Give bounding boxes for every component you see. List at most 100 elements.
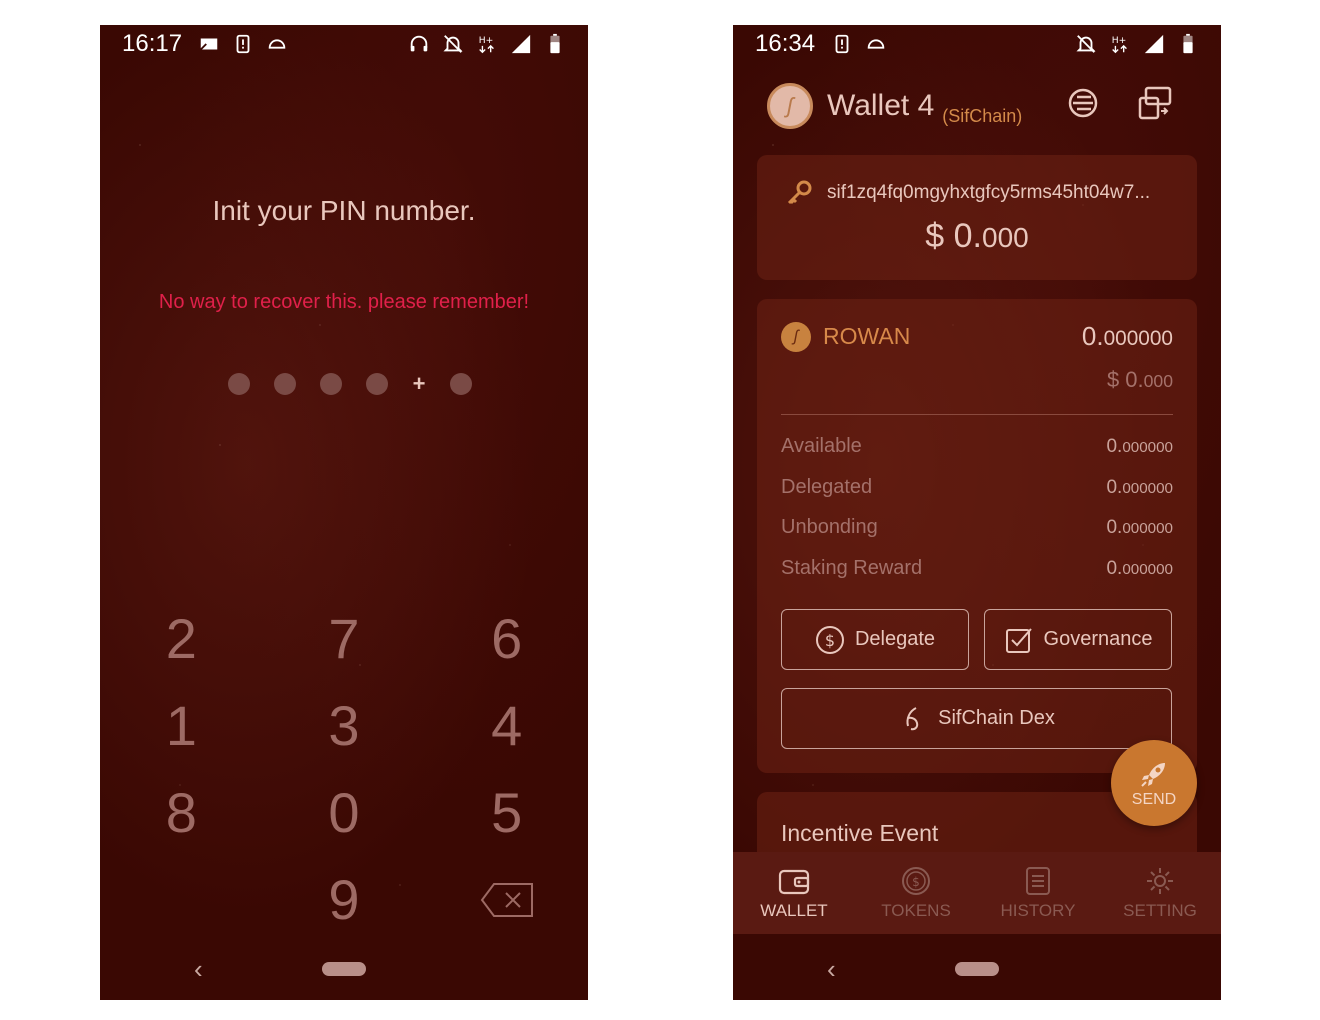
- svg-text:$: $: [825, 631, 835, 650]
- key-icon: [787, 180, 812, 205]
- cloud-icon: [867, 39, 885, 49]
- send-button[interactable]: SEND: [1111, 740, 1197, 826]
- status-bar: 16:34 H+: [733, 25, 1221, 63]
- governance-button[interactable]: Governance: [984, 609, 1172, 670]
- key-empty: [100, 856, 263, 943]
- sim-alert-icon: [835, 34, 849, 54]
- battery-icon: [1183, 33, 1193, 54]
- balance-row-staking-reward: Staking Reward 0.000000: [781, 557, 1173, 580]
- pin-title: Init your PIN number.: [212, 195, 476, 226]
- mute-bell-icon: [1076, 35, 1096, 53]
- key-0[interactable]: 0: [263, 769, 426, 856]
- row-label: Staking Reward: [781, 557, 923, 579]
- row-value-decimals: 000000: [1122, 438, 1173, 456]
- pin-dot: [274, 373, 296, 395]
- pin-dot: [320, 373, 342, 395]
- explorer-icon[interactable]: [1065, 85, 1101, 121]
- checkbox-icon: [1005, 627, 1032, 653]
- address-card[interactable]: sif1zq4fq0mgyhxtgfcy5rms45ht04w7... $ 0.…: [757, 155, 1197, 280]
- delegate-label: Delegate: [854, 628, 936, 650]
- pin-screen: 16:17 H+ Init your PIN number. No way to…: [100, 25, 588, 1000]
- document-icon: [1026, 867, 1050, 895]
- row-value-main: 0.: [1106, 476, 1123, 498]
- fiat-decimals: 000: [1143, 371, 1173, 391]
- wallet-total-value: $ 0.000: [757, 217, 1197, 256]
- key-3[interactable]: 3: [263, 682, 426, 769]
- headphones-icon: [410, 35, 428, 52]
- row-value-decimals: 000000: [1122, 519, 1173, 537]
- key-2[interactable]: 2: [100, 595, 263, 682]
- sifchain-icon: [906, 706, 919, 730]
- fiat-main: $ 0.: [1106, 367, 1144, 392]
- row-value-decimals: 000000: [1122, 560, 1173, 578]
- tab-history[interactable]: HISTORY: [977, 852, 1099, 934]
- value-decimals: 000: [982, 222, 1029, 253]
- row-value-main: 0.: [1106, 516, 1123, 538]
- gear-icon: [1147, 868, 1173, 894]
- tab-label: SETTING: [1123, 901, 1197, 920]
- key-9[interactable]: 9: [263, 856, 426, 943]
- rocket-icon: [1141, 763, 1165, 787]
- token-fiat-value: $ 0.000: [1107, 367, 1173, 393]
- rowan-token-icon: ʃ: [781, 321, 811, 352]
- key-8[interactable]: 8: [100, 769, 263, 856]
- nav-back-button[interactable]: ‹: [194, 954, 203, 985]
- row-label: Available: [781, 435, 862, 457]
- delegate-button[interactable]: $ Delegate: [781, 609, 969, 670]
- system-nav-bar: ‹: [733, 934, 1221, 1000]
- key-5[interactable]: 5: [425, 769, 588, 856]
- key-4[interactable]: 4: [425, 682, 588, 769]
- pin-dots: +: [228, 371, 472, 397]
- row-label: Unbonding: [781, 516, 878, 538]
- wallet-switch-icon[interactable]: [1137, 85, 1173, 121]
- battery-icon: [550, 33, 560, 54]
- sifchain-dex-button[interactable]: SifChain Dex: [781, 688, 1172, 749]
- key-6[interactable]: 6: [425, 595, 588, 682]
- wallet-icon: [778, 869, 810, 895]
- tab-wallet[interactable]: WALLET: [733, 852, 855, 934]
- nav-back-button[interactable]: ‹: [827, 954, 836, 985]
- tab-setting[interactable]: SETTING: [1099, 852, 1221, 934]
- balance-row-delegated: Delegated 0.000000: [781, 476, 1173, 499]
- nav-home-button[interactable]: [955, 962, 999, 976]
- row-value: 0.000000: [1106, 436, 1173, 458]
- data-hplus-icon: H+: [479, 35, 494, 54]
- pin-dot: [366, 373, 388, 395]
- tab-label: TOKENS: [881, 901, 951, 920]
- wallet-header: ʃ Wallet 4 (SifChain): [767, 83, 1022, 129]
- pin-dot: [228, 373, 250, 395]
- pin-keypad: 2 7 6 1 3 4 8 0 5 9: [100, 595, 588, 943]
- row-label: Delegated: [781, 476, 873, 498]
- status-bar: 16:17 H+: [100, 25, 588, 63]
- key-7[interactable]: 7: [263, 595, 426, 682]
- token-symbol: ROWAN: [823, 323, 911, 349]
- row-value: 0.000000: [1106, 558, 1173, 580]
- wallet-chain: (SifChain): [942, 106, 1023, 126]
- token-card: ʃ ROWAN 0.000000 $ 0.000 Available 0.000…: [757, 299, 1197, 773]
- key-1[interactable]: 1: [100, 682, 263, 769]
- nav-home-button[interactable]: [322, 962, 366, 976]
- tab-tokens[interactable]: $ TOKENS: [855, 852, 977, 934]
- backspace-button[interactable]: [425, 856, 588, 943]
- wallet-screen: 16:34 H+ ʃ Wallet 4 (SifChain) sif1zq4fq…: [733, 25, 1221, 1000]
- row-value-main: 0.: [1106, 557, 1123, 579]
- sim-alert-icon: [236, 34, 250, 54]
- row-value-decimals: 000000: [1122, 479, 1173, 497]
- balance-row-unbonding: Unbonding 0.000000: [781, 516, 1173, 539]
- system-nav-bar: ‹: [100, 934, 588, 1000]
- message-icon: [200, 38, 218, 51]
- svg-text:H+: H+: [479, 35, 494, 46]
- svg-text:$: $: [912, 875, 920, 889]
- amount-main: 0.: [1081, 321, 1104, 351]
- amount-decimals: 000000: [1103, 327, 1173, 350]
- value-main: $ 0.: [925, 217, 982, 255]
- dollar-circle-icon: $: [815, 625, 844, 654]
- incentive-title: Incentive Event: [781, 820, 939, 846]
- send-label: SEND: [1131, 791, 1177, 808]
- row-value-main: 0.: [1106, 435, 1123, 457]
- pin-plus-icon: +: [412, 371, 426, 396]
- data-hplus-icon: H+: [1112, 35, 1127, 54]
- svg-text:H+: H+: [1112, 35, 1127, 46]
- wallet-address: sif1zq4fq0mgyhxtgfcy5rms45ht04w7...: [827, 182, 1151, 203]
- cloud-icon: [268, 39, 286, 49]
